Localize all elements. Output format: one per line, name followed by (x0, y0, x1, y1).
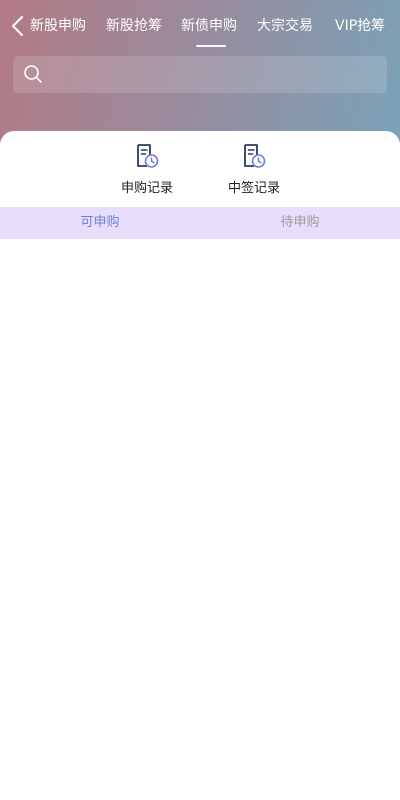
tab-block-trade[interactable]: 大宗交易 (257, 15, 313, 35)
subscription-records-button[interactable]: 申购记录 (107, 143, 187, 203)
tab-new-stock-grab[interactable]: 新股抢筹 (106, 15, 162, 35)
document-clock-icon (137, 144, 159, 168)
main-panel: 申购记录 中签记录 可申购 待申购 (0, 131, 400, 800)
back-arrow-icon[interactable] (8, 14, 28, 38)
tab-new-bond-subscribe[interactable]: 新债申购 (181, 15, 237, 35)
category-tabs: 新股申购 新股抢筹 新债申购 大宗交易 VIP抢筹 (30, 0, 400, 50)
active-tab-indicator (196, 45, 226, 47)
tab-available[interactable]: 可申购 (0, 207, 200, 239)
winning-records-button[interactable]: 中签记录 (214, 143, 294, 203)
screen: 新股申购 新股抢筹 新债申购 大宗交易 VIP抢筹 申购记录 中签记录 可申购 … (0, 0, 400, 800)
tab-pending[interactable]: 待申购 (200, 207, 400, 239)
document-clock-icon (244, 144, 266, 168)
list-content-area (0, 239, 400, 800)
tab-new-stock-subscribe[interactable]: 新股申购 (30, 15, 86, 35)
winning-records-label: 中签记录 (227, 181, 280, 196)
search-icon (24, 65, 42, 83)
search-input[interactable] (53, 56, 379, 95)
search-bar[interactable] (13, 56, 387, 95)
top-nav: 新股申购 新股抢筹 新债申购 大宗交易 VIP抢筹 (0, 0, 400, 50)
subscription-records-label: 申购记录 (120, 181, 173, 196)
subscription-status-tabs: 可申购 待申购 (0, 207, 400, 239)
tab-vip-grab[interactable]: VIP抢筹 (335, 15, 385, 35)
